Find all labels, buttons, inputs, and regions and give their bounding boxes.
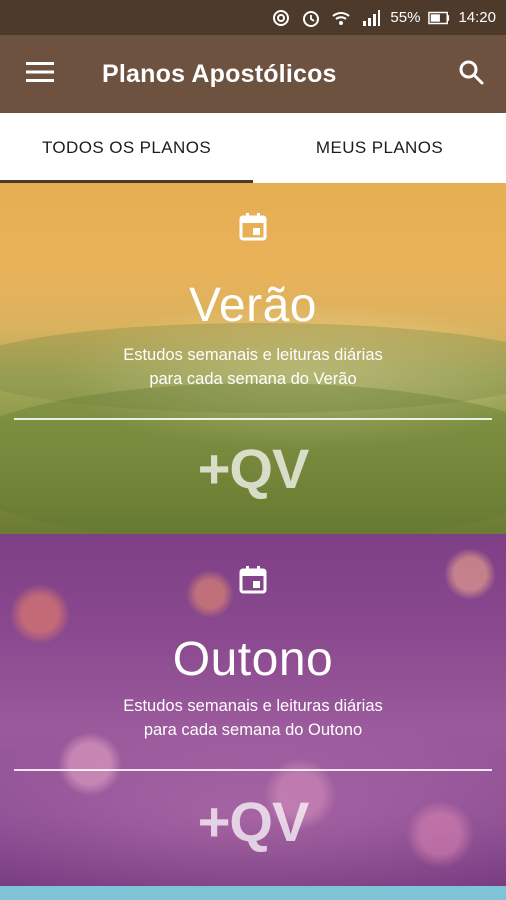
tab-label: MEUS PLANOS: [315, 138, 444, 157]
tab-label: TODOS OS PLANOS: [41, 138, 212, 157]
battery-percent: 55%: [390, 9, 421, 26]
app-bar: Planos Apostólicos: [0, 35, 506, 113]
plan-title: Outono: [172, 633, 334, 686]
plan-card-verao[interactable]: Verão Estudos semanais e leituras diária…: [0, 183, 506, 534]
divider: [14, 418, 492, 420]
search-button[interactable]: [436, 35, 506, 113]
tab-meus-planos[interactable]: MEUS PLANOS: [253, 113, 506, 183]
calendar-icon: [239, 213, 267, 241]
calendar-icon: [239, 566, 267, 594]
status-time: 14:20: [458, 9, 496, 26]
plan-description-line: Estudos semanais e leituras diárias: [123, 346, 383, 364]
divider: [14, 769, 492, 771]
signal-icon: [360, 7, 382, 29]
battery-icon: [428, 7, 450, 29]
menu-button[interactable]: [0, 35, 80, 113]
search-icon: [458, 59, 484, 90]
wifi-icon: [330, 7, 352, 29]
plan-description-line: para cada semana do Outono: [143, 721, 363, 739]
hamburger-menu-icon: [26, 61, 54, 88]
qv-logo: +QV: [197, 437, 310, 500]
qv-logo: +QV: [197, 790, 310, 853]
plan-card-outono[interactable]: Outono Estudos semanais e leituras diári…: [0, 534, 506, 886]
next-plan-card[interactable]: [0, 886, 506, 900]
plan-title: Verão: [189, 279, 317, 332]
tab-todos-os-planos[interactable]: TODOS OS PLANOS: [0, 113, 253, 183]
sync-icon: [270, 7, 292, 29]
plan-description-line: Estudos semanais e leituras diárias: [123, 697, 383, 715]
status-bar: 55% 14:20: [0, 0, 506, 35]
tab-bar: TODOS OS PLANOS MEUS PLANOS: [0, 113, 506, 183]
app-title: Planos Apostólicos: [102, 59, 337, 88]
plan-description: Estudos semanais e leituras diárias para…: [60, 343, 446, 391]
plan-description: Estudos semanais e leituras diárias para…: [60, 694, 446, 742]
alarm-icon: [300, 7, 322, 29]
plan-description-line: para cada semana do Verão: [149, 370, 357, 388]
